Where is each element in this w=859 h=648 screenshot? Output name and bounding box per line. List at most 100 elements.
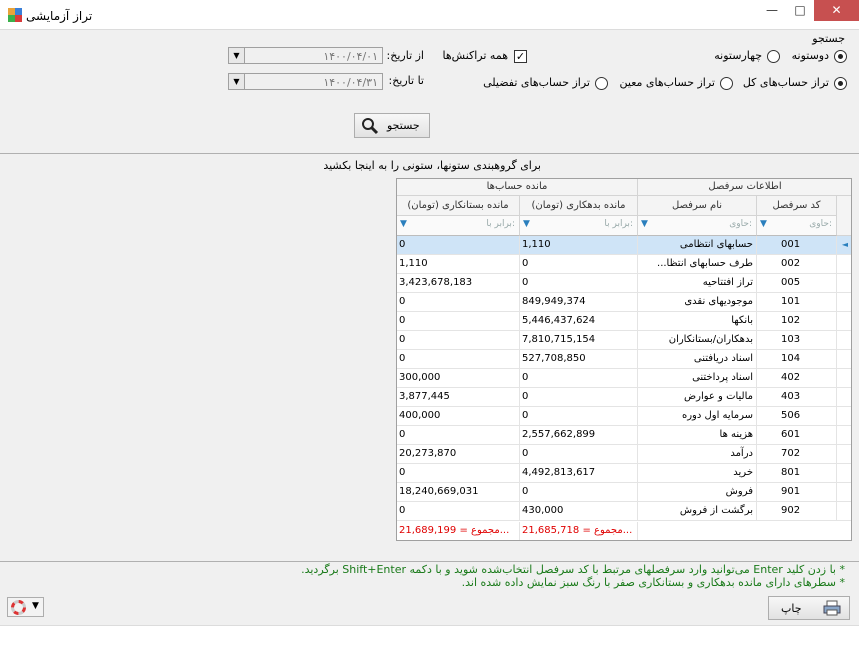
to-date-picker[interactable]: ▼ ۱۴۰۰/۰۴/۳۱ xyxy=(228,73,383,90)
table-row[interactable]: 506 سرمایه اول دوره 0 400,000 xyxy=(397,407,851,426)
current-row-icon: ◄ xyxy=(841,240,849,249)
search-button[interactable]: جستجو xyxy=(354,113,430,138)
filter-icon[interactable]: ▼ xyxy=(523,219,530,229)
table-row[interactable]: 702 درآمد 0 20,273,870 xyxy=(397,445,851,464)
cell-code: 005 xyxy=(757,274,837,293)
help-dropdown[interactable]: ▼ xyxy=(7,597,44,617)
filter-credit[interactable]: ▼ برابر با: xyxy=(397,216,520,236)
cell-credit: 0 xyxy=(397,236,520,255)
cell-name: طرف حسابهای انتظا... xyxy=(638,255,757,274)
status-bar xyxy=(0,625,859,648)
cell-code: 402 xyxy=(757,369,837,388)
cell-debit: 2,557,662,899 xyxy=(520,426,638,445)
group-by-hint[interactable]: برای گروهبندی ستونها، ستونی را به اینجا … xyxy=(323,159,541,172)
to-date-label: تا تاریخ: xyxy=(388,74,424,87)
app-icon xyxy=(8,8,22,22)
summary-row: مجموع = 21,685,718... مجموع = 21,689,199… xyxy=(397,522,851,540)
cell-debit: 0 xyxy=(520,445,638,464)
cell-code: 104 xyxy=(757,350,837,369)
cell-debit: 4,492,813,617 xyxy=(520,464,638,483)
table-row[interactable]: 001 حسابهای انتظامی 1,110 0 ◄ xyxy=(397,236,851,255)
col-code-header[interactable]: کد سرفصل xyxy=(757,196,837,216)
cell-debit: 0 xyxy=(520,274,638,293)
footer-divider xyxy=(0,561,859,562)
chevron-down-icon[interactable]: ▼ xyxy=(32,601,39,611)
cell-code: 902 xyxy=(757,502,837,521)
printer-icon xyxy=(823,600,841,616)
cell-code: 002 xyxy=(757,255,837,274)
cell-credit: 3,877,445 xyxy=(397,388,520,407)
cell-debit: 1,110 xyxy=(520,236,638,255)
chevron-down-icon[interactable]: ▼ xyxy=(229,74,245,89)
table-row[interactable]: 002 طرف حسابهای انتظا... 0 1,110 xyxy=(397,255,851,274)
cell-name: خرید xyxy=(638,464,757,483)
divider xyxy=(0,153,859,154)
cell-name: حسابهای انتظامی xyxy=(638,236,757,255)
radio-four-column-label: چهارستونه xyxy=(714,49,762,62)
cell-name: اسناد دریافتنی xyxy=(638,350,757,369)
print-button-label: چاپ xyxy=(781,602,802,615)
cell-code: 103 xyxy=(757,331,837,350)
table-row[interactable]: 005 تراز افتتاحیه 0 3,423,678,183 xyxy=(397,274,851,293)
cell-credit: 1,110 xyxy=(397,255,520,274)
cell-credit: 0 xyxy=(397,464,520,483)
row-indicator-header xyxy=(837,196,851,236)
filter-code[interactable]: ▼ حاوی: xyxy=(757,216,837,236)
filter-icon[interactable]: ▼ xyxy=(760,219,767,229)
filter-name[interactable]: ▼ حاوی: xyxy=(638,216,757,236)
cell-credit: 18,240,669,031 xyxy=(397,483,520,502)
cell-debit: 7,810,715,154 xyxy=(520,331,638,350)
cell-debit: 430,000 xyxy=(520,502,638,521)
cell-name: تراز افتتاحیه xyxy=(638,274,757,293)
table-row[interactable]: 902 برگشت از فروش 430,000 0 xyxy=(397,502,851,521)
cell-credit: 400,000 xyxy=(397,407,520,426)
cell-name: بدهکاران/بستانکاران xyxy=(638,331,757,350)
minimize-button[interactable]: — xyxy=(758,0,786,21)
cell-credit: 0 xyxy=(397,502,520,521)
all-transactions-checkbox[interactable]: ✓ xyxy=(514,50,527,63)
radio-detailed-accounts[interactable] xyxy=(595,77,608,90)
cell-name: هزینه ها xyxy=(638,426,757,445)
from-date-value: ۱۴۰۰/۰۴/۰۱ xyxy=(323,50,378,63)
table-row[interactable]: 901 فروش 0 18,240,669,031 xyxy=(397,483,851,502)
sum-debit: مجموع = 21,685,718... xyxy=(520,522,638,540)
filter-name-placeholder: حاوی: xyxy=(729,219,752,229)
chevron-down-icon[interactable]: ▼ xyxy=(229,48,245,63)
radio-general-accounts[interactable] xyxy=(834,77,847,90)
cell-debit: 849,949,374 xyxy=(520,293,638,312)
lifebuoy-icon xyxy=(11,600,26,615)
cell-debit: 0 xyxy=(520,407,638,426)
cell-credit: 3,423,678,183 xyxy=(397,274,520,293)
radio-two-column[interactable] xyxy=(834,50,847,63)
cell-name: سرمایه اول دوره xyxy=(638,407,757,426)
col-name-header[interactable]: نام سرفصل xyxy=(638,196,757,216)
from-date-picker[interactable]: ▼ ۱۴۰۰/۰۴/۰۱ xyxy=(228,47,383,64)
filter-icon[interactable]: ▼ xyxy=(641,219,648,229)
col-credit-header[interactable]: مانده بستانکاری (تومان) xyxy=(397,196,520,216)
trial-balance-grid[interactable]: اطلاعات سرفصل مانده حساب‌ها کد سرفصل نام… xyxy=(396,178,852,541)
radio-four-column[interactable] xyxy=(767,50,780,63)
filter-credit-placeholder: برابر با: xyxy=(486,219,515,229)
col-debit-header[interactable]: مانده بدهکاری (تومان) xyxy=(520,196,638,216)
print-button[interactable]: چاپ xyxy=(768,596,850,620)
radio-two-column-label: دوستونه xyxy=(791,49,829,62)
table-row[interactable]: 104 اسناد دریافتنی 527,708,850 0 xyxy=(397,350,851,369)
table-row[interactable]: 801 خرید 4,492,813,617 0 xyxy=(397,464,851,483)
cell-credit: 0 xyxy=(397,350,520,369)
table-row[interactable]: 101 موجودیهای نقدی 849,949,374 0 xyxy=(397,293,851,312)
maximize-button[interactable]: □ xyxy=(786,0,814,21)
cell-code: 801 xyxy=(757,464,837,483)
filter-icon[interactable]: ▼ xyxy=(400,219,407,229)
table-row[interactable]: 601 هزینه ها 2,557,662,899 0 xyxy=(397,426,851,445)
radio-specific-accounts[interactable] xyxy=(720,77,733,90)
table-row[interactable]: 403 مالیات و عوارض 0 3,877,445 xyxy=(397,388,851,407)
table-row[interactable]: 102 بانکها 5,446,437,624 0 xyxy=(397,312,851,331)
cell-debit: 0 xyxy=(520,255,638,274)
band-balance: مانده حساب‌ها xyxy=(397,179,638,196)
filter-debit[interactable]: ▼ برابر با: xyxy=(520,216,638,236)
cell-debit: 5,446,437,624 xyxy=(520,312,638,331)
filter-debit-placeholder: برابر با: xyxy=(604,219,633,229)
close-button[interactable]: ✕ xyxy=(814,0,859,21)
table-row[interactable]: 402 اسناد پرداختنی 0 300,000 xyxy=(397,369,851,388)
table-row[interactable]: 103 بدهکاران/بستانکاران 7,810,715,154 0 xyxy=(397,331,851,350)
